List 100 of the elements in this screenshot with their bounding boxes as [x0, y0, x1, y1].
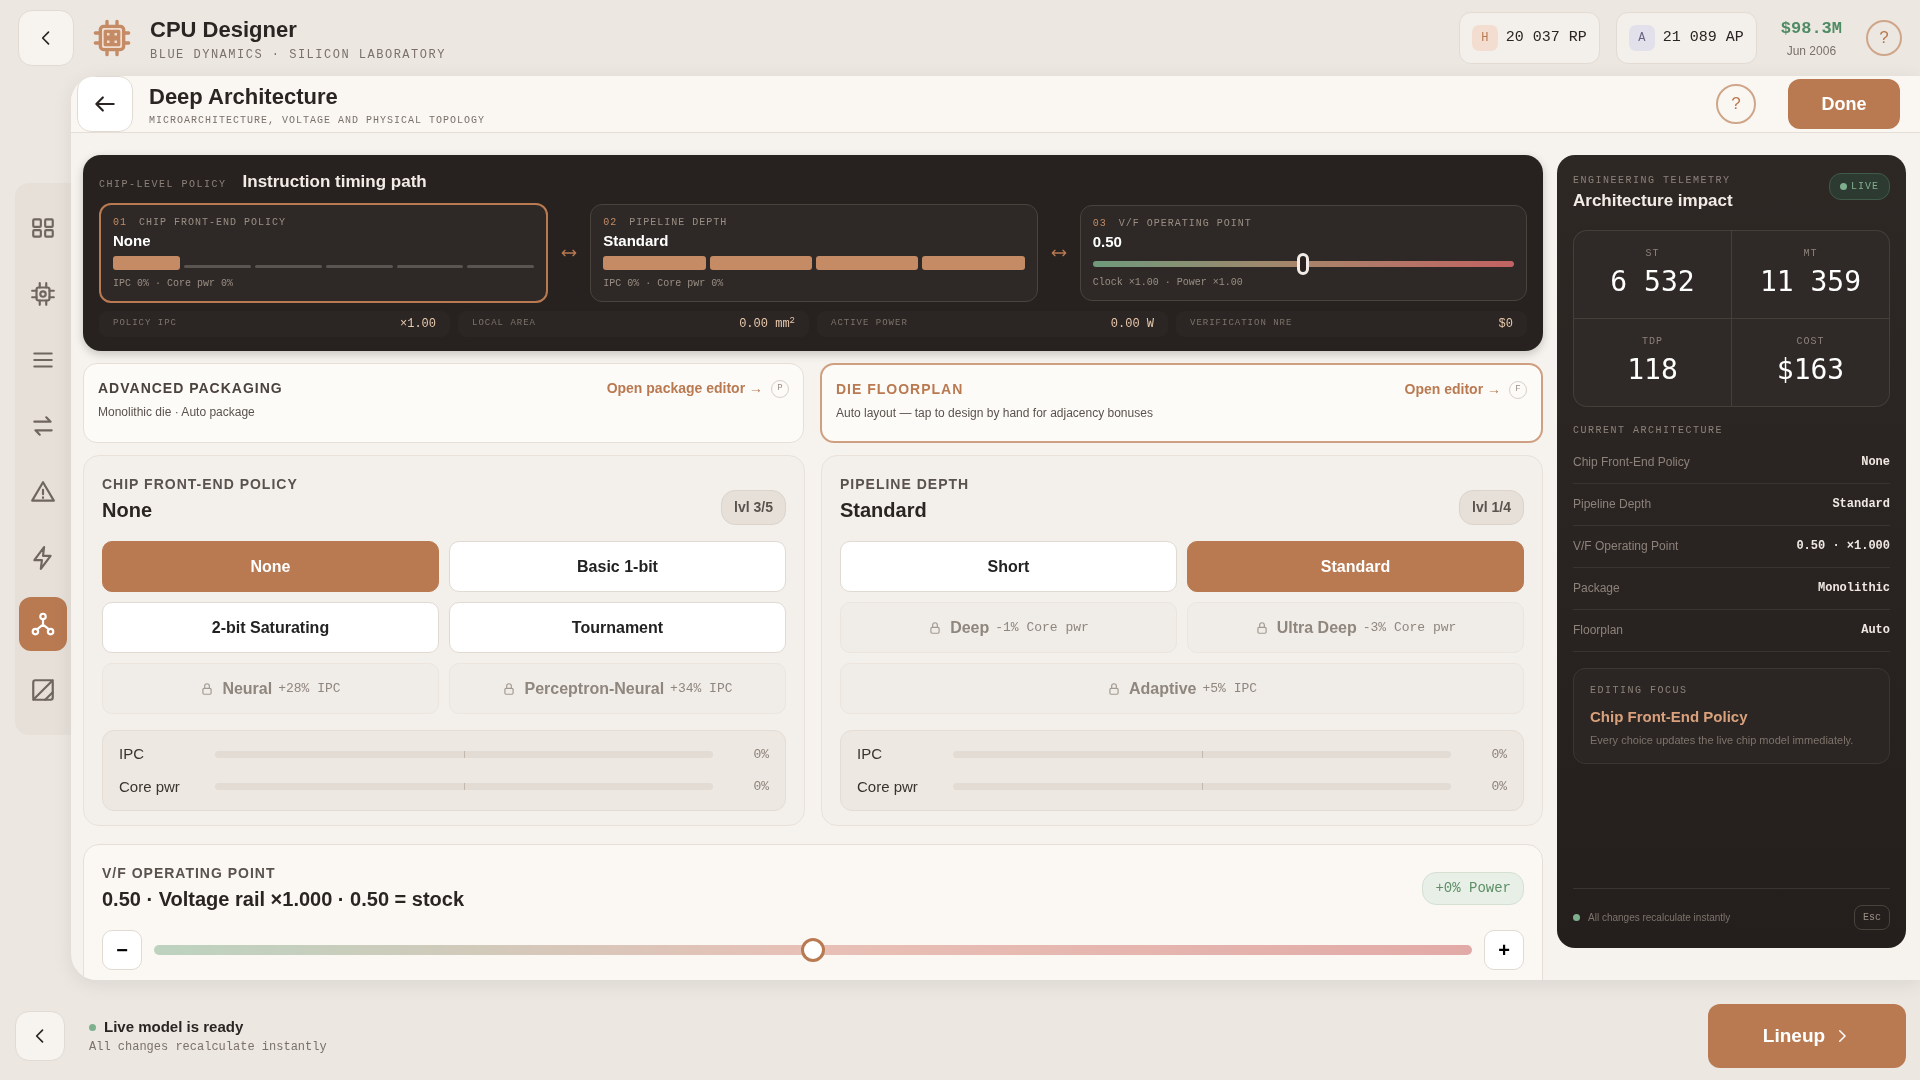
row-label: Pipeline Depth [1573, 496, 1652, 513]
focus-title: Chip Front-End Policy [1590, 706, 1749, 727]
app-subtitle: BLUE DYNAMICS · SILICON LABORATORY [150, 46, 446, 64]
level-badge: lvl 1/4 [1459, 490, 1524, 525]
status-dot [89, 1023, 96, 1031]
lock-icon [502, 681, 517, 696]
card-description: Monolithic die · Auto package [98, 404, 256, 421]
lock-icon [928, 620, 943, 635]
currency-amount: 20 037 RP [1505, 27, 1587, 48]
stage-label: PIPELINE DEPTH [629, 216, 728, 228]
slider-thumb[interactable] [801, 938, 825, 962]
chip-icon [30, 281, 56, 307]
option-button[interactable]: Tournament [449, 602, 786, 653]
meter-reading: 0% [1490, 778, 1507, 796]
stat-label: MT [1803, 246, 1818, 261]
option-button[interactable]: Deep -1% Core pwr [840, 602, 1177, 653]
panel-eyebrow: ENGINEERING TELEMETRY [1573, 174, 1732, 188]
status-dot [1573, 914, 1580, 921]
sidebar-item[interactable] [19, 597, 67, 651]
stage-caption: Clock ×1.00 · Power ×1.00 [1092, 276, 1244, 290]
swap-icon [30, 413, 56, 439]
stat-value: 6 532 [1610, 263, 1695, 300]
help-button[interactable]: ? [1866, 20, 1902, 56]
option-button[interactable]: Neural +28% IPC [102, 663, 439, 714]
section-heading: CURRENT ARCHITECTURE [1573, 423, 1725, 438]
lock-icon [200, 681, 215, 696]
live-label: LIVE [1851, 180, 1879, 194]
card-title: DIE FLOORPLAN [836, 380, 964, 399]
stage-number: 03 [1092, 217, 1107, 229]
meter-label: IPC [857, 744, 883, 764]
image-icon [30, 677, 56, 703]
done-button[interactable]: Done [1788, 79, 1900, 129]
stage-card[interactable]: 02 PIPELINE DEPTH Standard IPC 0% · Core pwr 0% [590, 203, 1038, 302]
status-title: Live model is ready [104, 1016, 244, 1037]
editor-link[interactable]: Open package editor → [606, 378, 763, 399]
chip-icon [92, 18, 132, 58]
row-label: Chip Front-End Policy [1573, 454, 1690, 471]
help-button[interactable]: ? [1716, 84, 1756, 124]
status-dot [1840, 183, 1847, 190]
decrease-button[interactable]: − [102, 930, 142, 970]
meter-label: Core pwr [857, 776, 919, 797]
card-description: Auto layout — tap to design by hand for adjacency bonuses [836, 405, 1154, 422]
vf-title: 0.50 · Voltage rail ×1.000 · 0.50 = stock [102, 887, 465, 912]
increase-button[interactable]: + [1484, 930, 1524, 970]
focus-eyebrow: EDITING FOCUS [1590, 683, 1689, 698]
stat-value: 0.00 W [1110, 316, 1154, 333]
stage-caption: IPC 0% · Core pwr 0% [113, 277, 235, 291]
option-button[interactable]: Basic 1-bit [449, 541, 786, 592]
row-value: 0.50 · ×1.000 [1796, 538, 1890, 555]
lock-icon [1106, 681, 1121, 696]
warning-icon [30, 479, 56, 505]
policy-value: Standard [840, 498, 928, 523]
stat-label: VERIFICATION NRE [1190, 317, 1293, 331]
footer-note: All changes recalculate instantly [1588, 911, 1732, 925]
editor-link[interactable]: Open editor → [1404, 379, 1501, 400]
option-button[interactable]: None [102, 541, 439, 592]
grid-icon [30, 215, 56, 241]
stage-card[interactable]: 01 CHIP FRONT-END POLICY None IPC 0% · Core pwr 0% [99, 202, 549, 303]
money-amount: $98.3M [1780, 18, 1842, 41]
option-card[interactable]: DIE FLOORPLAN Open editor → F Auto layout — tap to design by hand for adjacency bonuses [820, 363, 1543, 443]
stage-number: 02 [603, 216, 618, 228]
row-label: Floorplan [1573, 622, 1624, 639]
date-label: Jun 2006 [1785, 42, 1838, 60]
stat-value: ×1.00 [400, 316, 436, 333]
meter-reading: 0% [752, 745, 769, 764]
option-button[interactable]: Short [840, 541, 1177, 592]
row-value: Standard [1832, 496, 1890, 513]
stat-value: $163 [1776, 351, 1845, 388]
sheet-title: Deep Architecture [149, 83, 339, 111]
row-label: V/F Operating Point [1573, 538, 1679, 555]
option-button[interactable]: Perceptron-Neural +34% IPC [449, 663, 786, 714]
stage-card[interactable]: 03 V/F OPERATING POINT 0.50 Clock ×1.00 · Power ×1.00 [1079, 204, 1527, 301]
currency-badge: H [1471, 25, 1498, 51]
row-value: None [1861, 454, 1890, 471]
row-value: Auto [1861, 622, 1890, 639]
stat-label: ST [1645, 246, 1660, 261]
option-button[interactable]: Ultra Deep -3% Core pwr [1187, 602, 1524, 653]
stat-label: COST [1796, 334, 1825, 349]
policy-eyebrow: PIPELINE DEPTH [840, 475, 970, 494]
option-button[interactable]: Adaptive +5% IPC [840, 663, 1524, 714]
stat-label: ACTIVE POWER [831, 317, 908, 331]
power-badge: +0% Power [1422, 872, 1524, 905]
esc-button[interactable]: Esc [1854, 905, 1890, 930]
stage-label: CHIP FRONT-END POLICY [139, 216, 287, 228]
back-button[interactable] [77, 76, 133, 132]
option-card[interactable]: ADVANCED PACKAGING Open package editor → P Monolithic die · Auto package [83, 363, 804, 443]
meter-reading: 0% [752, 778, 769, 796]
option-button[interactable]: Standard [1187, 541, 1524, 592]
panel-title: Instruction timing path [242, 171, 427, 193]
lineup-button[interactable]: Lineup [1708, 1004, 1906, 1068]
row-label: Package [1573, 580, 1620, 597]
stat-label: POLICY IPC [113, 317, 177, 331]
stage-value: None [113, 230, 152, 251]
option-button[interactable]: 2-bit Saturating [102, 602, 439, 653]
stat-label: LOCAL AREA [472, 317, 536, 331]
policy-eyebrow: CHIP FRONT-END POLICY [102, 475, 298, 494]
panel-title: Architecture impact [1573, 190, 1733, 212]
stage-number: 01 [113, 216, 127, 228]
stat-value: 118 [1627, 351, 1678, 388]
stage-value: 0.50 [1092, 231, 1123, 252]
